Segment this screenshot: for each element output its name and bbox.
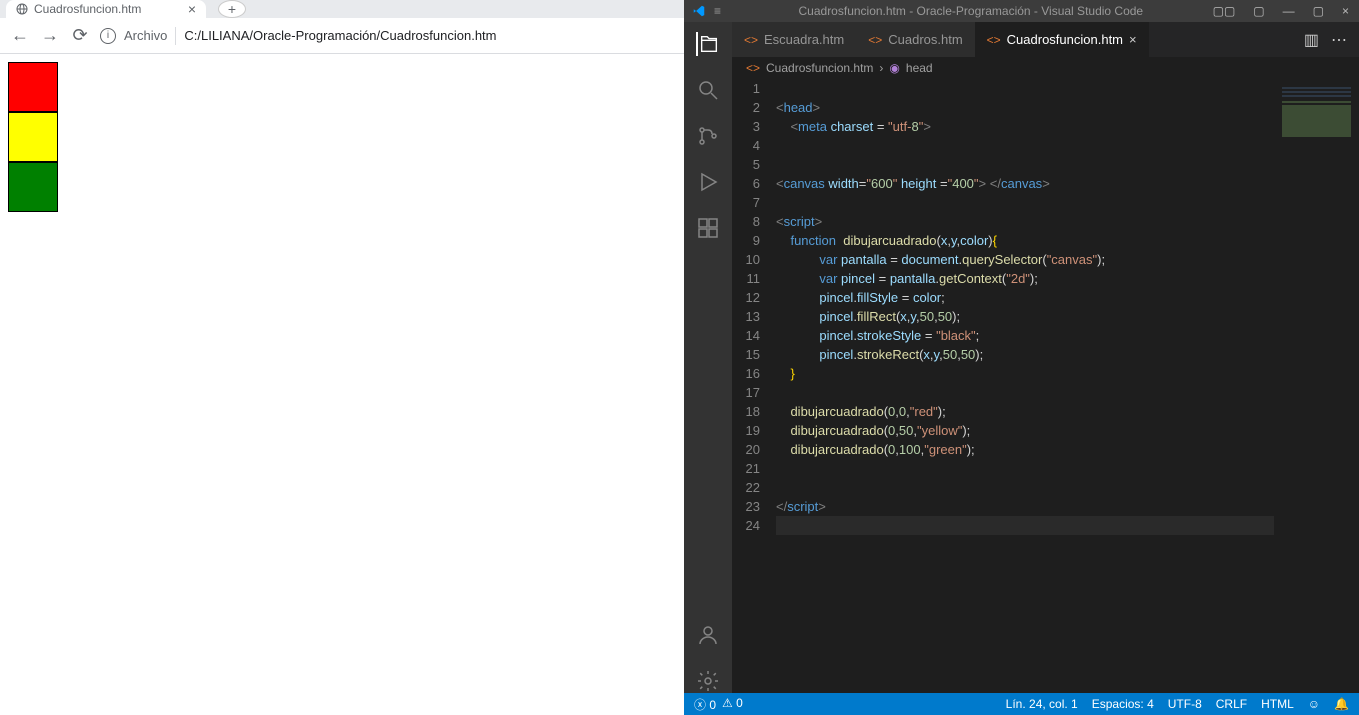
back-button[interactable]: ←: [10, 25, 30, 46]
accounts-icon[interactable]: [696, 623, 720, 647]
status-spaces[interactable]: Espacios: 4: [1092, 697, 1154, 711]
editor-tab[interactable]: <> Cuadros.htm: [856, 22, 974, 57]
breadcrumb-symbol: head: [906, 61, 933, 75]
breadcrumb-file: Cuadrosfuncion.htm: [766, 61, 873, 75]
canvas-square: [8, 62, 58, 112]
vscode-title: Cuadrosfuncion.htm - Oracle-Programación…: [729, 4, 1213, 18]
menu-button[interactable]: ≡: [714, 4, 721, 18]
breadcrumb[interactable]: <> Cuadrosfuncion.htm › ◉ head: [732, 57, 1359, 79]
forward-button[interactable]: →: [40, 25, 60, 46]
info-icon[interactable]: i: [100, 28, 116, 44]
editor[interactable]: 123456789101112131415161718192021222324 …: [732, 79, 1359, 693]
vscode-window: ≡ Cuadrosfuncion.htm - Oracle-Programaci…: [684, 0, 1359, 715]
reload-button[interactable]: ⟳: [70, 25, 90, 46]
browser-tab[interactable]: Cuadrosfuncion.htm ×: [6, 0, 206, 18]
url-prefix: Archivo: [124, 28, 167, 43]
url-path: C:/LILIANA/Oracle-Programación/Cuadrosfu…: [184, 28, 496, 43]
close-icon[interactable]: ×: [1129, 32, 1137, 47]
status-eol[interactable]: CRLF: [1216, 697, 1247, 711]
editor-tabs: <> Escuadra.htm <> Cuadros.htm <> Cuadrosfunc…: [732, 22, 1359, 57]
tab-label: Escuadra.htm: [764, 32, 844, 47]
vscode-titlebar: ≡ Cuadrosfuncion.htm - Oracle-Programaci…: [684, 0, 1359, 22]
minimap[interactable]: [1274, 79, 1359, 693]
maximize-button[interactable]: ▢: [1313, 4, 1324, 18]
browser-toolbar: ← → ⟳ i Archivo C:/LILIANA/Oracle-Progra…: [0, 18, 684, 54]
tab-label: Cuadros.htm: [888, 32, 962, 47]
feedback-icon[interactable]: ☺: [1308, 697, 1320, 711]
chevron-icon: ›: [879, 61, 883, 75]
symbol-icon: ◉: [889, 61, 899, 75]
html-file-icon: <>: [744, 33, 758, 47]
html-file-icon: <>: [746, 61, 760, 75]
activity-bar: [684, 22, 732, 693]
status-bar: ⓧ 0 ⚠ 0 Lín. 24, col. 1 Espacios: 4 UTF-…: [684, 693, 1359, 715]
warnings-indicator[interactable]: ⚠ 0: [722, 696, 743, 713]
status-line-col[interactable]: Lín. 24, col. 1: [1006, 697, 1078, 711]
html-file-icon: <>: [868, 33, 882, 47]
divider: [175, 27, 176, 45]
explorer-icon[interactable]: [696, 32, 720, 56]
errors-indicator[interactable]: ⓧ 0: [694, 696, 716, 713]
search-icon[interactable]: [696, 78, 720, 102]
split-editor-icon[interactable]: ▥: [1304, 30, 1319, 50]
source-control-icon[interactable]: [696, 124, 720, 148]
browser-window: Cuadrosfuncion.htm × + ← → ⟳ i Archivo C…: [0, 0, 684, 715]
html-file-icon: <>: [987, 33, 1001, 47]
browser-viewport: [0, 54, 684, 715]
browser-tab-title: Cuadrosfuncion.htm: [34, 2, 141, 16]
canvas-output: [8, 62, 676, 212]
new-tab-button[interactable]: +: [218, 0, 246, 18]
editor-tab[interactable]: <> Cuadrosfuncion.htm ×: [975, 22, 1149, 57]
settings-icon[interactable]: [696, 669, 720, 693]
status-lang[interactable]: HTML: [1261, 697, 1294, 711]
layout-icon[interactable]: ▢: [1253, 4, 1264, 18]
vscode-logo-icon: [692, 4, 706, 18]
line-numbers: 123456789101112131415161718192021222324: [732, 79, 776, 693]
tab-label: Cuadrosfuncion.htm: [1007, 32, 1123, 47]
notifications-icon[interactable]: 🔔: [1334, 697, 1349, 711]
status-encoding[interactable]: UTF-8: [1168, 697, 1202, 711]
extensions-icon[interactable]: [696, 216, 720, 240]
close-button[interactable]: ×: [1342, 4, 1349, 18]
globe-icon: [16, 3, 28, 15]
canvas-square: [8, 162, 58, 212]
code-area[interactable]: <head> <meta charset = "utf-8"> <canvas …: [776, 79, 1274, 693]
browser-tabstrip: Cuadrosfuncion.htm × +: [0, 0, 684, 18]
editor-tab[interactable]: <> Escuadra.htm: [732, 22, 856, 57]
run-debug-icon[interactable]: [696, 170, 720, 194]
more-icon[interactable]: ⋯: [1331, 30, 1347, 50]
close-icon[interactable]: ×: [188, 1, 196, 17]
url-bar[interactable]: i Archivo C:/LILIANA/Oracle-Programación…: [100, 27, 497, 45]
layout-icon[interactable]: ▢▢: [1213, 4, 1236, 18]
canvas-square: [8, 112, 58, 162]
minimize-button[interactable]: —: [1283, 4, 1295, 18]
